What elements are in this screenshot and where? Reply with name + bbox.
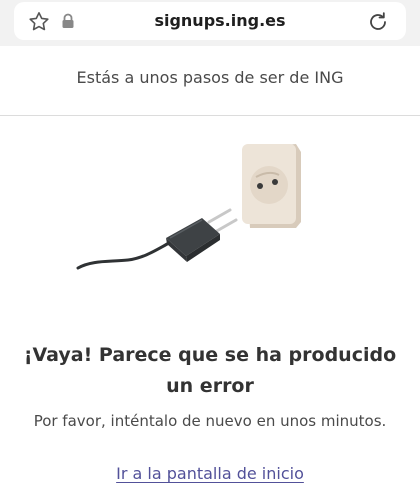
star-icon[interactable] [26, 9, 52, 35]
unplugged-cable-illustration [76, 144, 301, 270]
socket-hole-left [257, 183, 263, 189]
error-title: ¡Vaya! Parece que se ha producido un err… [23, 344, 397, 397]
browser-address-bar: signups.ing.es [0, 0, 420, 46]
reload-icon[interactable] [364, 8, 392, 36]
header-divider [0, 115, 420, 116]
plug-prong-top [207, 208, 232, 224]
plug-body [166, 218, 220, 262]
error-message: Por favor, inténtalo de nuevo en unos mi… [33, 412, 387, 430]
go-home-link[interactable]: Ir a la pantalla de inicio [0, 464, 420, 483]
page-header-title: Estás a unos pasos de ser de ING [76, 68, 344, 87]
lock-icon [58, 11, 78, 31]
power-cable [76, 241, 171, 270]
url-text: signups.ing.es [154, 11, 286, 30]
plug-prong-bottom [213, 218, 238, 234]
socket-hole-right [272, 179, 278, 185]
socket-face [250, 166, 288, 204]
